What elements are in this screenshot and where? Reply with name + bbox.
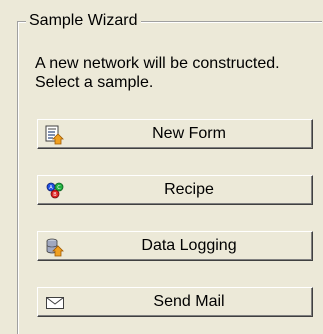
wizard-description: A new network will be constructed. Selec…: [35, 55, 280, 91]
data-logging-button[interactable]: Data Logging: [37, 231, 313, 261]
recipe-icon: A C B: [45, 181, 65, 201]
svg-text:A: A: [49, 185, 53, 191]
svg-text:C: C: [57, 185, 61, 191]
data-logging-icon: [45, 237, 65, 257]
groupbox-title: Sample Wizard: [26, 11, 142, 31]
svg-text:B: B: [53, 192, 57, 198]
recipe-label: Recipe: [164, 181, 214, 198]
send-mail-label: Send Mail: [153, 293, 225, 310]
new-form-button[interactable]: New Form: [37, 119, 313, 149]
send-mail-button[interactable]: Send Mail: [37, 287, 313, 317]
new-form-label: New Form: [152, 125, 226, 142]
recipe-button[interactable]: A C B Recipe: [37, 175, 313, 205]
data-logging-label: Data Logging: [141, 237, 237, 254]
sample-wizard-panel: Sample Wizard A new network will be cons…: [0, 0, 323, 334]
new-form-icon: [45, 125, 65, 145]
envelope-icon: [45, 293, 65, 313]
